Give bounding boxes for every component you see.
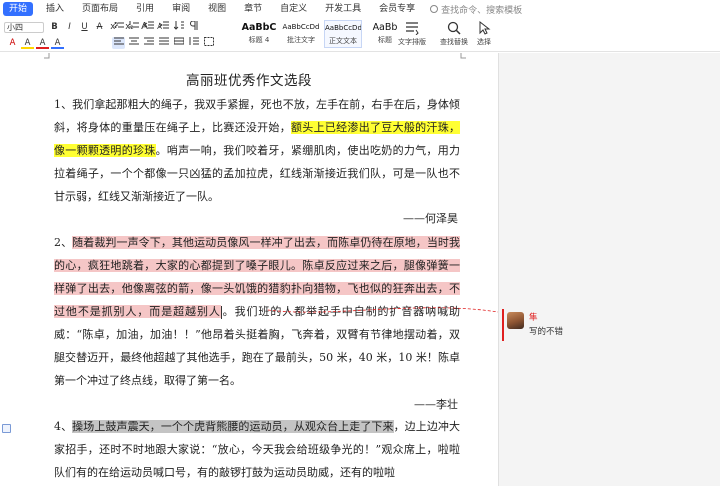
document-canvas[interactable]: 高丽班优秀作文选段 1、我们拿起那粗大的绳子，我双手紧握，死也不放，左手在前，右… xyxy=(0,53,498,486)
strikethrough-button[interactable]: A xyxy=(93,21,106,33)
document-title: 高丽班优秀作文选段 xyxy=(186,73,312,89)
comment-author: 隼 xyxy=(529,313,538,323)
char-shading-button[interactable]: A xyxy=(51,37,64,49)
tab-references[interactable]: 引用 xyxy=(127,0,163,18)
comment-pane: 隼 写的不错 xyxy=(498,53,720,486)
tab-page-layout[interactable]: 页面布局 xyxy=(73,0,127,18)
text-layout-icon xyxy=(405,20,419,36)
align-right-icon[interactable] xyxy=(142,37,155,49)
paragraph-3[interactable]: 4、操场上鼓声震天，一个个虎背熊腰的运动员，从观众台上走了下来，边上边冲大家招手… xyxy=(54,415,460,484)
avatar xyxy=(507,312,524,329)
justify-icon[interactable] xyxy=(157,37,170,49)
cursor-arrow-icon xyxy=(477,20,491,35)
margin-corner-icon xyxy=(44,53,50,59)
comment-text: 写的不错 xyxy=(529,327,564,337)
style-heading-4[interactable]: AaBbC 标题 4 xyxy=(240,20,278,48)
search-label: 查找命令、搜索模板 xyxy=(441,5,523,16)
tab-developer[interactable]: 开发工具 xyxy=(316,0,370,18)
italic-button[interactable]: I xyxy=(63,21,76,33)
bold-button[interactable]: B xyxy=(48,21,61,33)
style-name: 批注文字 xyxy=(287,36,315,44)
menu-bar: 开始 插入 页面布局 引用 审阅 视图 章节 自定义 开发工具 会员专享 查找命… xyxy=(0,0,720,18)
bullet-list-icon[interactable] xyxy=(112,21,125,33)
style-body-text[interactable]: AaBbCcDd 正文文本 xyxy=(324,20,362,48)
tab-section[interactable]: 章节 xyxy=(235,0,271,18)
numbered-list-icon[interactable] xyxy=(127,21,140,33)
revision-marker-icon[interactable] xyxy=(2,424,11,433)
show-marks-icon[interactable] xyxy=(187,20,200,33)
style-preview: AaBbC xyxy=(241,22,277,33)
tab-member[interactable]: 会员专享 xyxy=(370,0,424,18)
paragraph-number: 2、 xyxy=(54,236,73,249)
author-2: ——李壮 xyxy=(414,398,458,411)
margin-corner-icon xyxy=(460,53,466,59)
underline-button[interactable]: U xyxy=(78,21,91,33)
comment-accent-bar xyxy=(502,309,504,341)
style-name: 正文文本 xyxy=(329,37,357,45)
font-size-select[interactable]: 小四 xyxy=(4,22,44,33)
comment-card[interactable]: 隼 写的不错 xyxy=(502,309,712,341)
outdent-icon[interactable] xyxy=(142,21,155,33)
select-label: 选择 xyxy=(477,38,491,46)
list-buttons xyxy=(112,20,200,33)
ribbon-toolbar: 小四 B I U A x² x₂ A A A A A A AaBbC 标题 4 … xyxy=(0,18,720,52)
distribute-icon[interactable] xyxy=(172,37,185,49)
magnifier-icon xyxy=(447,20,461,35)
text-layout-label: 文字排版 xyxy=(398,38,426,46)
paragraph-number: 4、 xyxy=(54,420,73,433)
tab-home[interactable]: 开始 xyxy=(3,2,34,16)
style-preview: AaBbCcDd xyxy=(325,24,361,32)
tab-insert[interactable]: 插入 xyxy=(37,0,73,18)
author-1: ——何泽昊 xyxy=(403,212,458,225)
tab-review[interactable]: 审阅 xyxy=(163,0,199,18)
sort-icon[interactable] xyxy=(172,21,185,33)
indent-icon[interactable] xyxy=(157,21,170,33)
paragraph-buttons xyxy=(112,37,215,49)
tab-custom[interactable]: 自定义 xyxy=(271,0,316,18)
format-buttons-row2: A A A A xyxy=(6,37,64,49)
style-preview: AaBbCcDd xyxy=(282,23,320,31)
borders-icon[interactable] xyxy=(202,37,215,49)
font-color-button[interactable]: A xyxy=(36,37,49,49)
paragraph-2[interactable]: 2、随着裁判一声令下，其他运动员像风一样冲了出去，而陈卓仍待在原地，当时我的心，… xyxy=(54,231,461,392)
style-comment-text[interactable]: AaBbCcDd 批注文字 xyxy=(282,20,320,48)
clear-format-button[interactable]: A xyxy=(6,37,19,49)
align-left-icon[interactable] xyxy=(112,37,125,49)
select-button[interactable]: 选择 xyxy=(466,20,502,47)
command-search[interactable]: 查找命令、搜索模板 xyxy=(430,3,522,16)
style-gallery: AaBbC 标题 4 AaBbCcDd 批注文字 AaBbCcDd 正文文本 A… xyxy=(240,20,404,48)
highlight-color-button[interactable]: A xyxy=(21,37,34,49)
paragraph-1[interactable]: 1、我们拿起那粗大的绳子，我双手紧握，死也不放，左手在前，右手在后，身体倾斜，将… xyxy=(54,93,460,208)
align-center-icon[interactable] xyxy=(127,37,140,49)
highlighted-text-gray: 操场上鼓声震天，一个个虎背熊腰的运动员，从观众台上走了下来 xyxy=(72,420,394,433)
tab-view[interactable]: 视图 xyxy=(199,0,235,18)
line-spacing-icon[interactable] xyxy=(187,37,200,49)
style-name: 标题 4 xyxy=(248,36,270,44)
search-icon xyxy=(430,5,439,13)
text-layout-button[interactable]: 文字排版 xyxy=(394,20,430,47)
